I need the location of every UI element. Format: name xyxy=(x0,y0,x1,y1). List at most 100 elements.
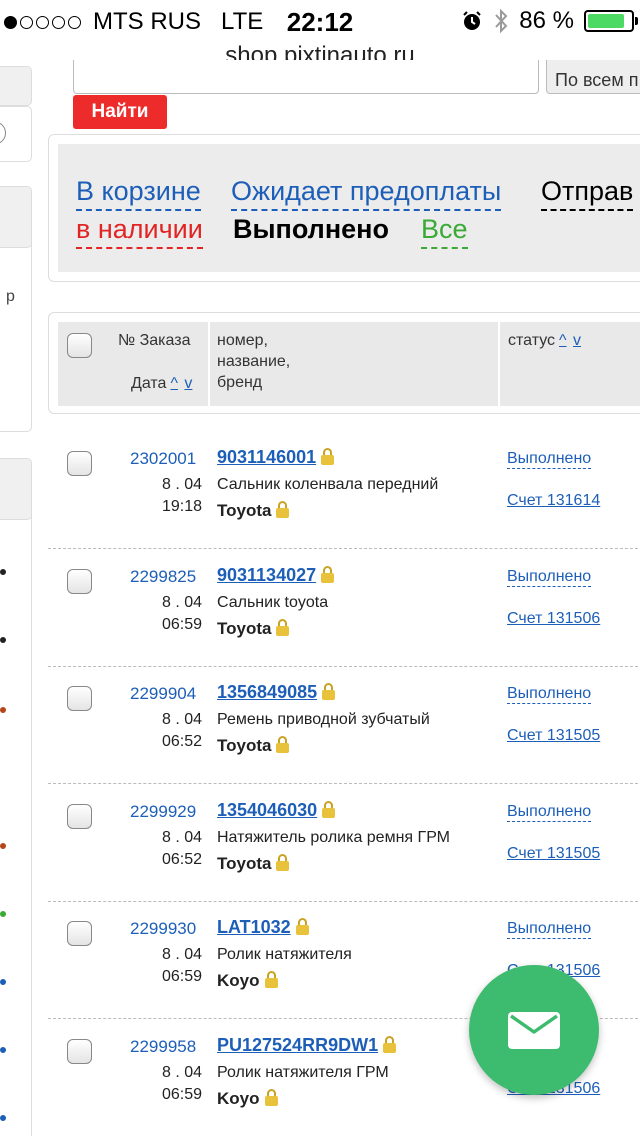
table-row: 2302001 8 . 04 19:18 9031146001 Сальник коле… xyxy=(48,432,640,549)
select-all-checkbox[interactable] xyxy=(67,333,92,358)
brand-text: Toyota xyxy=(217,736,272,756)
row-checkbox[interactable] xyxy=(67,451,92,476)
filter-in-cart[interactable]: В корзине xyxy=(76,176,201,211)
part-number-link[interactable]: LAT1032 xyxy=(217,917,309,938)
row-checkbox[interactable] xyxy=(67,921,92,947)
filter-completed[interactable]: Выполнено xyxy=(233,214,389,247)
battery-icon xyxy=(584,10,638,32)
part-name: Ролик натяжителя ГРМ xyxy=(217,1064,389,1081)
order-status[interactable]: Выполнено xyxy=(507,685,592,705)
bullet-icon xyxy=(0,637,6,643)
find-button[interactable]: Найти xyxy=(73,95,167,129)
filter-all[interactable]: Все xyxy=(421,214,468,249)
header-part-line1: номер, xyxy=(217,332,268,349)
sidebar-box xyxy=(0,458,32,1136)
row-checkbox[interactable] xyxy=(67,568,92,594)
part-number-link[interactable]: PU127524RR9DW1 xyxy=(217,1035,397,1056)
part-number-link[interactable]: 9031146001 xyxy=(217,447,335,468)
search-input[interactable] xyxy=(73,60,539,94)
order-status[interactable]: Выполнено xyxy=(507,450,592,469)
filter-awaiting-prepayment[interactable]: Ожидает предоплаты xyxy=(231,176,502,211)
bluetooth-icon xyxy=(495,8,508,34)
row-checkbox[interactable] xyxy=(67,1039,92,1064)
order-date: 8 . 04 xyxy=(161,593,202,611)
part-brand: Toyota xyxy=(217,501,290,521)
part-number-text: 1356849085 xyxy=(217,682,318,703)
lock-icon xyxy=(321,448,335,465)
sort-date-desc[interactable]: v xyxy=(184,375,192,392)
invoice-link[interactable]: Счет 131506 xyxy=(507,610,600,628)
part-brand: Toyota xyxy=(217,853,290,874)
message-fab[interactable] xyxy=(469,965,599,1095)
part-number-text: LAT1032 xyxy=(217,917,291,938)
order-status[interactable]: Выполнено xyxy=(507,568,592,587)
order-time: 06:52 xyxy=(161,733,202,751)
lock-icon xyxy=(322,683,336,701)
part-name: Ролик натяжителя xyxy=(217,946,352,964)
battery-percent: 86 % xyxy=(519,7,574,34)
header-part-line2: название, xyxy=(217,353,291,370)
bullet-icon xyxy=(0,843,6,849)
part-name: Сальник toyota xyxy=(217,593,329,611)
lock-icon xyxy=(264,971,278,989)
part-number-text: 1354046030 xyxy=(217,799,318,820)
ios-status-bar: MTS RUS LTE 22:12 86 % xyxy=(0,0,640,42)
order-date: 8 . 04 xyxy=(161,1064,202,1081)
part-name: Натяжитель ролика ремня ГРМ xyxy=(217,828,451,846)
order-time: 06:59 xyxy=(161,1086,202,1103)
lock-icon xyxy=(383,1036,397,1053)
lock-icon xyxy=(276,501,290,518)
bullet-icon xyxy=(0,911,6,917)
left-sidebar-fragment: р xyxy=(0,66,34,1136)
alarm-icon xyxy=(463,11,482,30)
part-number-text: PU127524RR9DW1 xyxy=(217,1035,379,1055)
bullet-icon xyxy=(0,1115,6,1121)
part-number-text: 9031146001 xyxy=(217,447,317,467)
bullet-icon xyxy=(0,979,6,985)
lock-icon xyxy=(276,853,290,871)
lock-icon xyxy=(264,1089,278,1106)
bullet-icon xyxy=(0,707,6,713)
table-row: 2299825 8 . 04 06:59 9031134027 Сальник toyo… xyxy=(48,550,640,667)
search-scope-select[interactable]: По всем п xyxy=(546,60,640,94)
invoice-link[interactable]: Счет 131614 xyxy=(507,492,600,510)
lock-icon xyxy=(276,736,290,754)
header-part-line3: бренд xyxy=(217,374,263,391)
bullet-icon xyxy=(0,569,6,575)
sort-date-asc[interactable]: ^ xyxy=(170,375,178,392)
part-number-link[interactable]: 1354046030 xyxy=(217,799,336,821)
bullet-icon xyxy=(0,1047,6,1053)
header-date: Дата ^ v xyxy=(131,373,192,394)
part-number-link[interactable]: 9031134027 xyxy=(217,564,335,586)
table-row: 2299904 8 . 04 06:52 1356849085 Ремень приво… xyxy=(48,667,640,785)
envelope-icon xyxy=(508,1012,560,1049)
lock-icon xyxy=(295,918,309,936)
filter-in-stock[interactable]: в наличии xyxy=(76,214,203,249)
brand-text: Toyota xyxy=(217,501,272,520)
lock-icon xyxy=(322,800,336,818)
filter-sent[interactable]: Отправ xyxy=(541,176,634,211)
order-status[interactable]: Выполнено xyxy=(507,920,592,940)
sort-status-desc[interactable]: v xyxy=(573,332,581,349)
part-number-text: 9031134027 xyxy=(217,564,317,585)
row-checkbox[interactable] xyxy=(67,686,92,712)
order-status[interactable]: Выполнено xyxy=(507,803,592,822)
header-status: статус ^ v xyxy=(508,330,581,351)
header-status-label: статус xyxy=(508,332,556,349)
part-number-link[interactable]: 1356849085 xyxy=(217,682,336,703)
table-row: 2299929 8 . 04 06:52 1354046030 Натяжитель р… xyxy=(48,785,640,902)
invoice-link[interactable]: Счет 131505 xyxy=(507,845,600,863)
row-checkbox[interactable] xyxy=(67,803,92,829)
sidebar-box-header xyxy=(0,458,32,520)
header-part: номер, название, бренд xyxy=(217,330,290,393)
invoice-link[interactable]: Счет 131505 xyxy=(507,727,600,745)
brand-text: Toyota xyxy=(217,853,272,873)
sidebar-box xyxy=(0,66,32,106)
sort-status-asc[interactable]: ^ xyxy=(559,332,567,349)
lock-icon xyxy=(276,618,290,636)
part-name: Сальник коленвала передний xyxy=(217,476,439,493)
lock-icon xyxy=(321,565,335,583)
part-brand: Toyota xyxy=(217,618,290,639)
part-name: Ремень приводной зубчатый xyxy=(217,711,430,729)
brand-text: Koyo xyxy=(217,1089,260,1108)
